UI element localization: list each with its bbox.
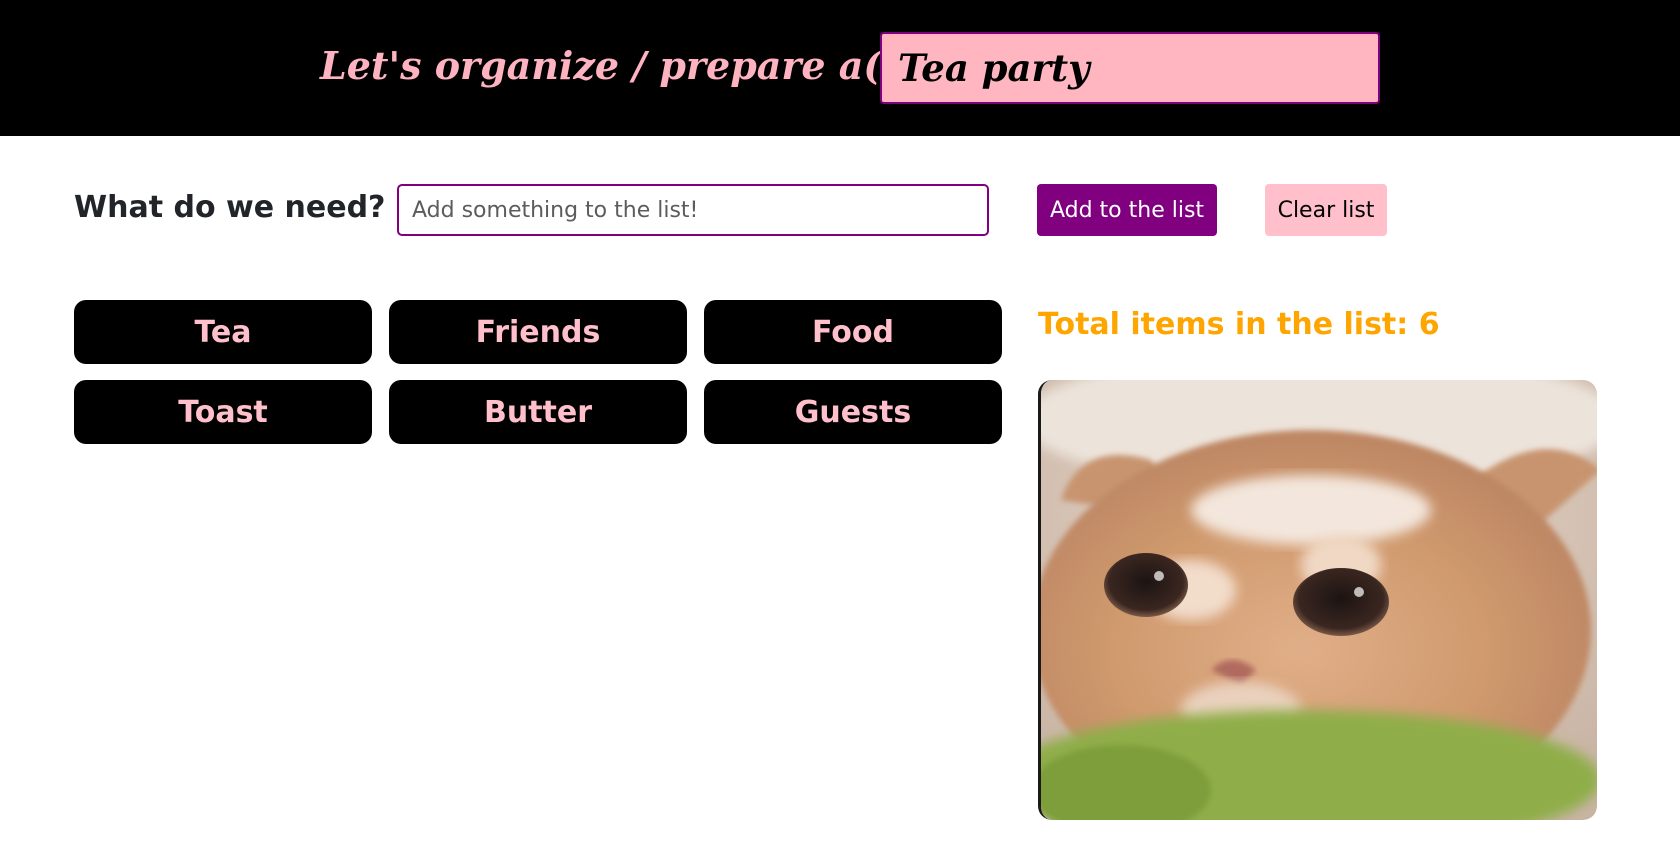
list-item[interactable]: Tea xyxy=(74,300,372,364)
event-name-input[interactable] xyxy=(880,32,1380,104)
header-bar: Let's organize / prepare a(n): xyxy=(0,0,1680,136)
kitten-photo xyxy=(1038,380,1597,820)
list-item[interactable]: Food xyxy=(704,300,1002,364)
add-to-list-button[interactable]: Add to the list xyxy=(1037,184,1217,236)
list-item[interactable]: Friends xyxy=(389,300,687,364)
total-items-count: Total items in the list: 6 xyxy=(1038,307,1440,342)
need-label: What do we need? xyxy=(74,190,386,225)
list-item[interactable]: Butter xyxy=(389,380,687,444)
clear-list-button[interactable]: Clear list xyxy=(1265,184,1387,236)
list-item[interactable]: Toast xyxy=(74,380,372,444)
list-item[interactable]: Guests xyxy=(704,380,1002,444)
kitten-illustration xyxy=(1041,380,1597,820)
add-item-input[interactable] xyxy=(397,184,989,236)
event-prompt-label: Let's organize / prepare a(n): xyxy=(320,43,942,88)
items-list: Tea Friends Food Toast Butter Guests xyxy=(74,300,1002,444)
